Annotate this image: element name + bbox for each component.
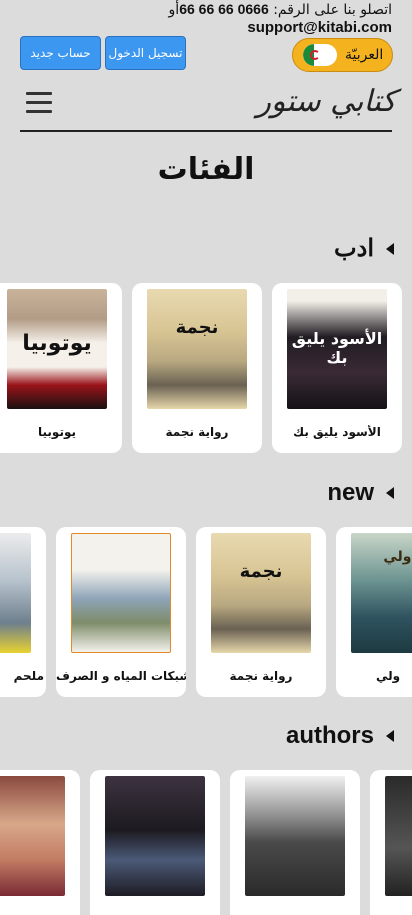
- book-card[interactable]: نجمة رواية نجمة: [132, 283, 262, 453]
- author-photo: [385, 776, 412, 896]
- book-cover: [71, 533, 171, 653]
- author-photo: [105, 776, 205, 896]
- books-row-new[interactable]: دولي ولي نجمة رواية نجمة شبكات المياه و …: [0, 527, 412, 699]
- contact-phone-label: اتصلو بنا على الرقم:: [273, 2, 392, 18]
- author-photo: [0, 776, 65, 896]
- contact-info: اتصلو بنا على الرقم: 0666 66 66 66أو sup…: [169, 0, 392, 37]
- algeria-flag-icon: [303, 44, 325, 66]
- language-label: العربيّة: [345, 47, 384, 63]
- books-row-adab[interactable]: الأسود يليق بك الأسود يليق بك نجمة رواية…: [0, 283, 412, 455]
- language-toggle[interactable]: [303, 44, 337, 66]
- authors-row[interactable]: [0, 770, 412, 915]
- language-switch[interactable]: العربيّة: [292, 38, 393, 72]
- book-title: رواية نجمة: [229, 669, 293, 683]
- book-card[interactable]: دولي ولي: [336, 527, 412, 697]
- book-cover: نجمة: [211, 533, 311, 653]
- author-card[interactable]: [0, 770, 80, 915]
- author-card[interactable]: [230, 770, 360, 915]
- page-title: الفئات: [157, 152, 255, 187]
- book-cover: دولي: [351, 533, 412, 653]
- caret-left-icon: [386, 730, 394, 742]
- book-cover-text: يوتوبيا: [22, 331, 92, 356]
- brand-logo[interactable]: كتابي ستور: [256, 84, 396, 119]
- book-title: ملحم: [13, 669, 44, 683]
- book-card[interactable]: نجمة رواية نجمة: [196, 527, 326, 697]
- book-cover-text: دولي: [383, 549, 412, 565]
- book-card[interactable]: شبكات المياه و الصرف: [56, 527, 186, 697]
- section-header-adab[interactable]: ادب: [334, 234, 394, 263]
- hamburger-menu-icon[interactable]: [26, 92, 52, 114]
- author-card[interactable]: [370, 770, 412, 915]
- book-title: رواية نجمة: [165, 425, 229, 439]
- signup-button[interactable]: حساب جديد: [20, 36, 101, 70]
- book-title: ولي: [376, 669, 401, 683]
- book-title: يوتوبيا: [38, 425, 76, 439]
- caret-left-icon: [386, 242, 394, 255]
- contact-email[interactable]: support@kitabi.com: [169, 19, 392, 37]
- login-button[interactable]: تسجيل الدخول: [105, 36, 186, 70]
- section-header-new[interactable]: new: [327, 479, 394, 507]
- book-cover-text: نجمة: [239, 561, 283, 582]
- book-cover-text: الأسود يليق بك: [291, 329, 383, 367]
- book-card[interactable]: يوتوبيا يوتوبيا: [0, 283, 122, 453]
- contact-or: أو: [168, 2, 180, 18]
- book-cover-text: نجمة: [175, 317, 219, 338]
- section-title: authors: [285, 722, 374, 749]
- book-cover: [0, 533, 31, 653]
- header-divider: [20, 130, 392, 132]
- book-title: الأسود يليق بك: [293, 425, 381, 439]
- book-card[interactable]: ملحم: [0, 527, 46, 697]
- section-title: ادب: [334, 235, 374, 262]
- caret-left-icon: [386, 487, 394, 499]
- contact-phone-number[interactable]: 0666 66 66 66: [179, 1, 269, 17]
- book-card[interactable]: الأسود يليق بك الأسود يليق بك: [272, 283, 402, 453]
- book-title: شبكات المياه و الصرف: [56, 669, 186, 683]
- section-header-authors[interactable]: authors: [286, 722, 394, 750]
- contact-phone: اتصلو بنا على الرقم: 0666 66 66 66أو: [169, 0, 392, 19]
- author-photo: [245, 776, 345, 896]
- author-card[interactable]: [90, 770, 220, 915]
- book-cover: يوتوبيا: [7, 289, 107, 409]
- book-cover: نجمة: [147, 289, 247, 409]
- section-title: new: [327, 479, 374, 506]
- book-cover: الأسود يليق بك: [287, 289, 387, 409]
